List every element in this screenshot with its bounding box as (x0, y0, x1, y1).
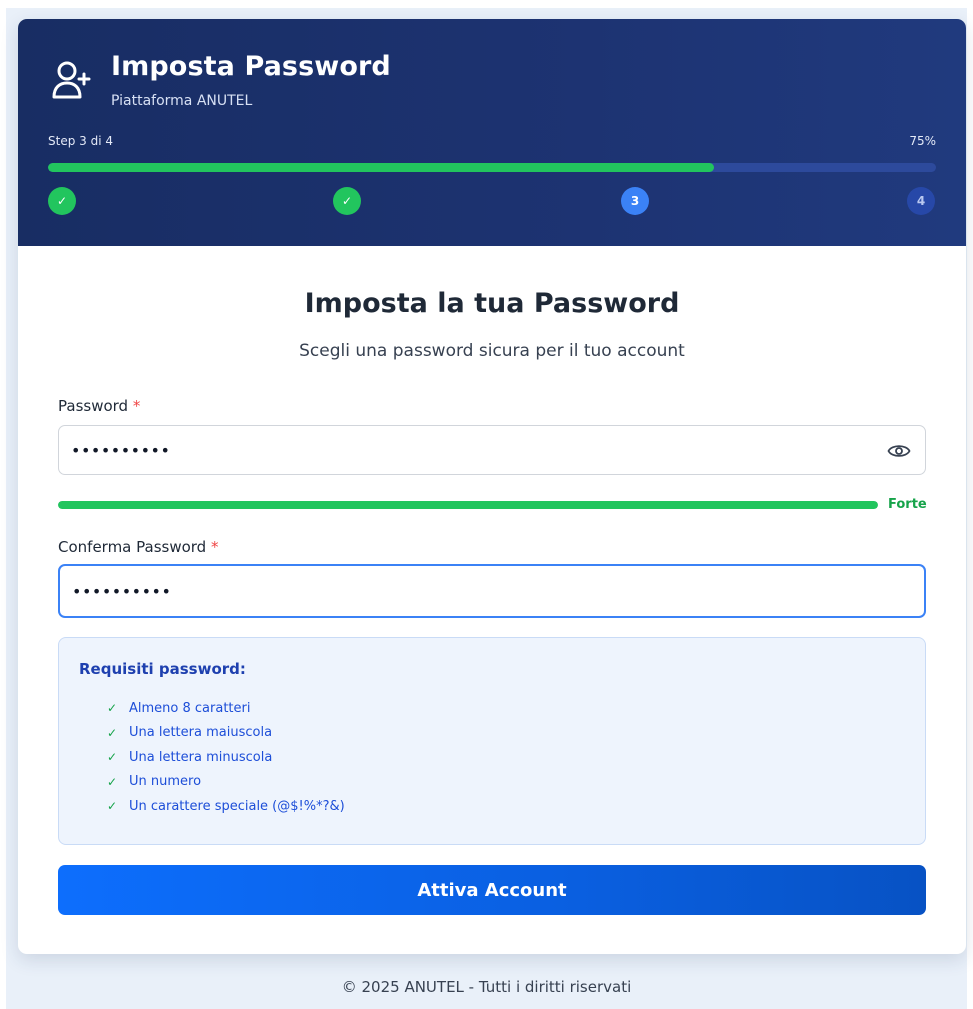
set-password-card: Imposta Password Piattaforma ANUTEL Step… (18, 19, 966, 954)
requirements-list: ✓ Almeno 8 caratteri ✓ Una lettera maiusco… (107, 696, 345, 819)
password-label: Password * (58, 397, 140, 415)
form-subtitle: Scegli una password sicura per il tuo ac… (299, 341, 685, 361)
check-icon: ✓ (107, 799, 118, 814)
activate-account-button[interactable]: Attiva Account (58, 865, 926, 915)
step-progress-fill (48, 163, 714, 172)
check-icon: ✓ (107, 701, 118, 716)
step-1-indicator: ✓ (48, 187, 76, 215)
requirement-item: ✓ Almeno 8 caratteri (107, 696, 345, 721)
password-input[interactable] (58, 425, 926, 475)
step-progress-bar (48, 163, 936, 172)
form-title: Imposta la tua Password (304, 288, 680, 319)
page-title: Imposta Password (111, 51, 391, 82)
footer-copyright: © 2025 ANUTEL - Tutti i diritti riservat… (341, 978, 632, 996)
user-plus-icon (52, 61, 91, 99)
requirement-item: ✓ Un carattere speciale (@$!%*?&) (107, 794, 345, 819)
step-3-indicator: 3 (621, 187, 649, 215)
platform-subtitle: Piattaforma ANUTEL (111, 93, 253, 109)
progress-percent: 75% (909, 134, 936, 148)
password-requirements-box: Requisiti password: ✓ Almeno 8 caratteri … (58, 637, 926, 845)
requirement-text: Un carattere speciale (@$!%*?&) (129, 798, 345, 814)
requirement-text: Almeno 8 caratteri (129, 700, 251, 716)
confirm-password-label: Conferma Password * (58, 538, 219, 556)
requirement-item: ✓ Un numero (107, 770, 345, 795)
requirement-text: Un numero (129, 774, 202, 790)
confirm-password-label-text: Conferma Password (58, 538, 207, 556)
requirement-item: ✓ Una lettera maiuscola (107, 721, 345, 746)
check-icon: ✓ (107, 774, 118, 789)
requirements-title: Requisiti password: (79, 660, 246, 678)
check-icon: ✓ (107, 750, 118, 765)
step-4-indicator: 4 (907, 187, 935, 215)
check-icon: ✓ (107, 725, 118, 740)
required-marker: * (211, 538, 219, 556)
card-header: Imposta Password Piattaforma ANUTEL Step… (18, 19, 966, 246)
requirement-item: ✓ Una lettera minuscola (107, 745, 345, 770)
confirm-password-input[interactable] (58, 564, 926, 618)
step-counter: Step 3 di 4 (48, 134, 113, 148)
requirement-text: Una lettera minuscola (129, 749, 273, 765)
password-label-text: Password (58, 397, 129, 415)
required-marker: * (132, 397, 141, 415)
password-strength-label: Forte (888, 497, 927, 512)
password-strength-bar (58, 501, 878, 509)
eye-icon[interactable] (887, 442, 911, 460)
password-strength-fill (58, 501, 878, 509)
requirement-text: Una lettera maiuscola (129, 725, 273, 741)
step-2-indicator: ✓ (333, 187, 361, 215)
